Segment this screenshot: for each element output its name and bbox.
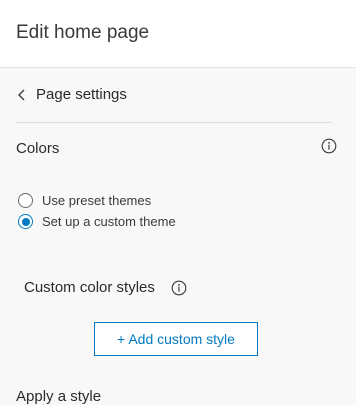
radio-button[interactable]	[18, 193, 33, 208]
apply-style-title: Apply a style	[16, 388, 102, 405]
info-icon[interactable]	[171, 280, 187, 296]
colors-section-title: Colors	[16, 140, 60, 157]
radio-label: Set up a custom theme	[42, 214, 176, 229]
radio-label: Use preset themes	[42, 193, 152, 208]
panel-header: Edit home page	[0, 0, 356, 68]
divider	[16, 122, 332, 123]
radio-use-preset-themes[interactable]: Use preset themes	[18, 193, 218, 211]
chevron-left-icon	[18, 89, 25, 101]
radio-button-selected[interactable]	[18, 214, 33, 229]
back-label[interactable]: Page settings	[36, 86, 127, 103]
info-icon[interactable]	[321, 138, 337, 154]
radio-set-up-custom-theme[interactable]: Set up a custom theme	[18, 214, 218, 232]
custom-color-styles-title: Custom color styles	[24, 279, 155, 296]
add-custom-style-button[interactable]: + Add custom style	[94, 322, 258, 356]
panel-title: Edit home page	[16, 22, 150, 43]
